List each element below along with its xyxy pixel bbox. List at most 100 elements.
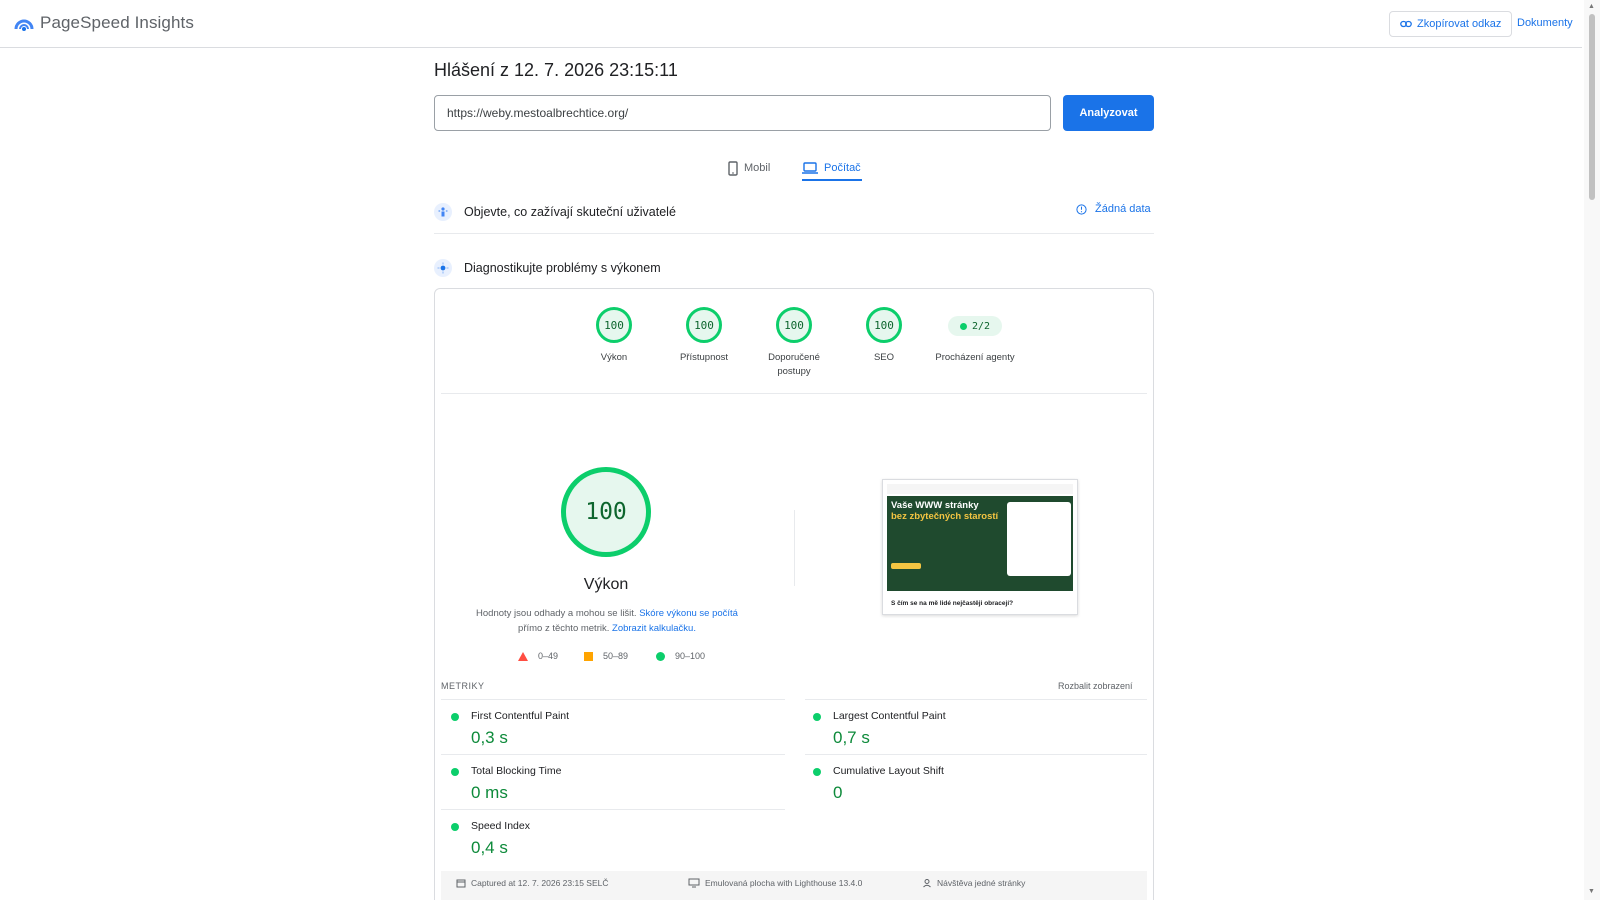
url-input[interactable] (434, 95, 1051, 131)
link-icon (1400, 20, 1412, 28)
performance-title: Výkon (583, 576, 629, 593)
performance-gauge: 100 (561, 467, 651, 557)
agent-crawl-label: Procházení agenty (935, 352, 1015, 363)
tab-mobile[interactable]: Mobil (728, 155, 770, 181)
legend-fail: 0–49 (518, 651, 558, 661)
page-screenshot-thumbnail: Vaše WWW stránky bez zbytečných starostí… (882, 479, 1078, 615)
scroll-down-icon[interactable]: ▼ (1588, 888, 1595, 895)
metric-name: Largest Contentful Paint (833, 710, 946, 722)
desktop-icon (688, 878, 700, 888)
pass-dot-icon (451, 713, 459, 721)
copy-link-label: Zkopírovat odkaz (1417, 18, 1502, 30)
thumb-cta-button (891, 563, 921, 569)
metric-lcp: Largest Contentful Paint 0,7 s (803, 707, 1123, 759)
visit-icon (923, 879, 931, 888)
agent-crawl-badge[interactable]: 2/2 (948, 316, 1002, 336)
card-divider (441, 393, 1147, 394)
gauge-accessibility[interactable]: 100 (686, 307, 722, 343)
metric-name: Total Blocking Time (471, 765, 562, 777)
legend-fail-label: 0–49 (538, 651, 559, 661)
fail-triangle-icon (518, 651, 528, 661)
real-users-title: Objevte, co zažívají skuteční uživatelé (464, 205, 676, 219)
tab-desktop-label: Počítač (824, 162, 861, 174)
metrics-header: METRIKY (441, 681, 485, 691)
calendar-icon (456, 879, 466, 888)
legend-pass-label: 90–100 (675, 651, 706, 661)
legend-pass: 90–100 (656, 651, 705, 661)
tab-desktop[interactable]: Počítač (802, 155, 861, 181)
captured-at: Captured at 12. 7. 2026 23:15 SELČ (456, 878, 609, 888)
thumb-navbar (887, 484, 1073, 494)
average-square-icon (584, 651, 593, 661)
metric-value: 0 (833, 783, 843, 802)
legend-average-label: 50–89 (603, 651, 629, 661)
metric-name: First Contentful Paint (471, 710, 570, 722)
active-tab-indicator (802, 179, 862, 181)
metric-value: 0 ms (471, 783, 508, 802)
captured-at-label: Captured at 12. 7. 2026 23:15 SELČ (471, 878, 609, 888)
diagnostics-title: Diagnostikujte problémy s výkonem (464, 261, 661, 275)
metric-divider (441, 699, 785, 700)
metric-divider (441, 809, 785, 810)
desc-text-2: přímo z těchto metrik. (518, 623, 613, 634)
pagespeed-logo-icon (14, 19, 34, 31)
copy-link-button[interactable]: Zkopírovat odkaz (1389, 11, 1513, 37)
vertical-separator (794, 510, 795, 586)
phone-icon (728, 160, 738, 176)
report-title: Hlášení z 12. 7. 2026 23:15:11 (434, 60, 678, 80)
no-data-label: Žádná data (1095, 203, 1151, 215)
metric-cls: Cumulative Layout Shift 0 (803, 762, 1123, 814)
metric-divider (441, 754, 785, 755)
thumb-headline-2: bez zbytečných starostí (891, 511, 999, 522)
gauge-performance-label: Výkon (600, 352, 628, 363)
users-icon (434, 203, 452, 221)
app-logo[interactable]: PageSpeed Insights (14, 13, 194, 33)
metric-value: 0,3 s (471, 728, 508, 747)
emulated-device-label: Emulovaná plocha with Lighthouse 13.4.0 (705, 878, 863, 888)
thumb-card (1007, 502, 1071, 576)
gauge-accessibility-label: Přístupnost (679, 352, 729, 363)
metric-divider (805, 754, 1147, 755)
pass-dot-icon (813, 768, 821, 776)
metric-name: Cumulative Layout Shift (833, 765, 944, 777)
thumb-headline-1: Vaše WWW stránky (891, 500, 979, 511)
app-title: PageSpeed Insights (40, 13, 194, 32)
performance-description: Hodnoty jsou odhady a mohou se lišit. Sk… (466, 606, 748, 636)
laptop-icon (802, 162, 818, 174)
section-divider (434, 233, 1154, 234)
score-calc-link[interactable]: Skóre výkonu se počítá (639, 608, 738, 619)
real-users-section[interactable]: Objevte, co zažívají skuteční uživatelé (434, 200, 1154, 224)
scrollbar[interactable]: ▲ ▼ (1584, 0, 1600, 900)
diagnostics-section: Diagnostikujte problémy s výkonem (434, 256, 1154, 280)
scrollbar-thumb[interactable] (1589, 14, 1595, 200)
legend-average: 50–89 (584, 651, 628, 661)
gauge-performance[interactable]: 100 (596, 307, 632, 343)
diagnostics-icon (434, 259, 452, 277)
pass-dot-icon (959, 322, 967, 330)
docs-link[interactable]: Dokumenty (1517, 17, 1573, 29)
tab-mobile-label: Mobil (744, 162, 771, 174)
pass-circle-icon (656, 651, 665, 661)
gauge-best-practices[interactable]: 100 (776, 307, 812, 343)
calculator-link[interactable]: Zobrazit kalkulačku. (612, 623, 696, 634)
no-data-link[interactable]: Žádná data (1076, 203, 1151, 215)
metric-tbt: Total Blocking Time 0 ms (441, 762, 761, 814)
thumb-question: S čím se na mě lidé nejčastěji obracejí? (891, 600, 1014, 607)
analyze-button[interactable]: Analyzovat (1063, 95, 1154, 131)
single-page-visit: Návštěva jedné stránky (922, 878, 1025, 888)
pass-dot-icon (813, 713, 821, 721)
pass-dot-icon (451, 823, 459, 831)
gauge-best-practices-label: Doporučené postupy (768, 352, 820, 377)
info-icon (1076, 203, 1087, 215)
single-page-visit-label: Návštěva jedné stránky (937, 878, 1026, 888)
expand-view-toggle[interactable]: Rozbalit zobrazení (1058, 681, 1133, 691)
metric-value: 0,7 s (833, 728, 870, 747)
scroll-up-icon[interactable]: ▲ (1588, 3, 1595, 10)
metric-name: Speed Index (471, 820, 530, 832)
metric-speed-index: Speed Index 0,4 s (441, 817, 761, 869)
emulated-device: Emulovaná plocha with Lighthouse 13.4.0 (688, 878, 862, 888)
agent-crawl-value: 2/2 (971, 320, 991, 332)
gauge-seo[interactable]: 100 (866, 307, 902, 343)
metric-divider (805, 699, 1147, 700)
metric-fcp: First Contentful Paint 0,3 s (441, 707, 761, 759)
